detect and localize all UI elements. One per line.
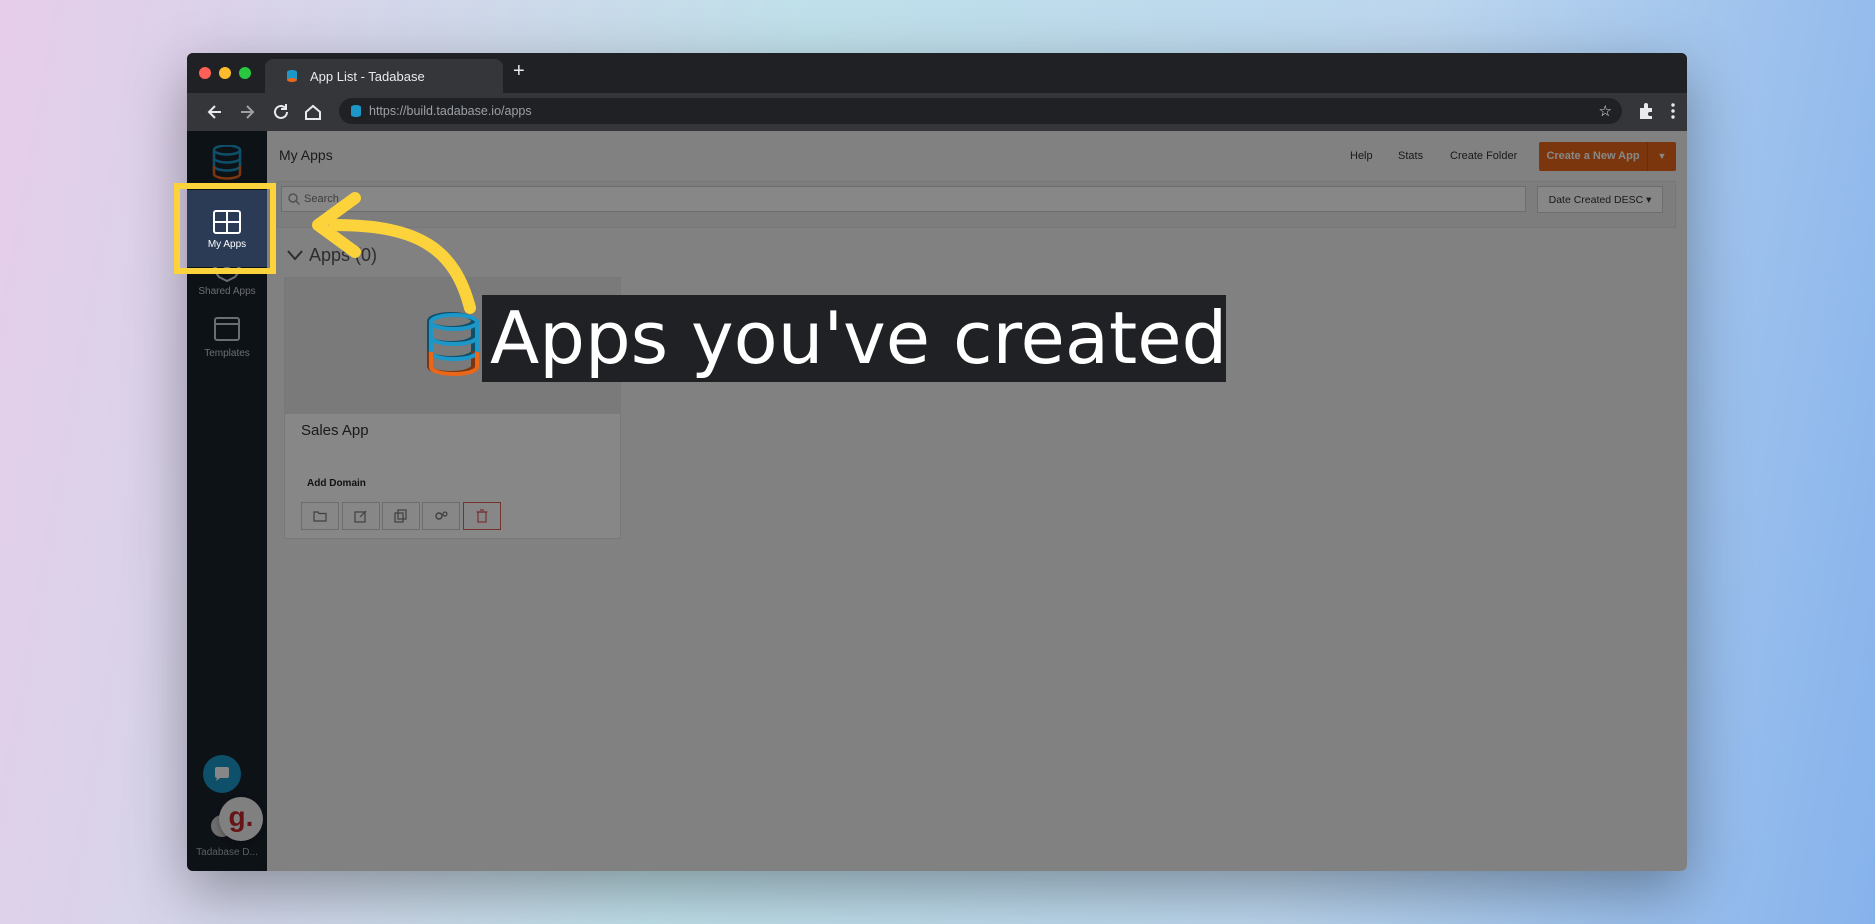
maximize-window-button[interactable] xyxy=(239,67,251,79)
tadabase-logo-icon xyxy=(429,313,479,377)
tab-bar: App List - Tadabase + xyxy=(187,53,1687,93)
browser-toolbar: https://build.tadabase.io/apps ☆ xyxy=(187,93,1687,131)
minimize-window-button[interactable] xyxy=(219,67,231,79)
site-favicon-icon xyxy=(351,105,361,117)
home-icon[interactable] xyxy=(302,101,324,123)
reload-icon[interactable] xyxy=(270,101,292,123)
tab-title: App List - Tadabase xyxy=(310,69,425,84)
address-bar[interactable]: https://build.tadabase.io/apps ☆ xyxy=(339,98,1622,124)
highlight-box xyxy=(174,183,276,274)
callout-text: Apps you've created xyxy=(490,296,1228,380)
close-window-button[interactable] xyxy=(199,67,211,79)
new-tab-button[interactable]: + xyxy=(513,61,525,81)
bookmark-star-icon[interactable]: ☆ xyxy=(1599,102,1612,120)
browser-window: App List - Tadabase + https://build.tada… xyxy=(187,53,1687,871)
more-menu-icon[interactable] xyxy=(1663,101,1683,121)
back-arrow-icon[interactable] xyxy=(204,101,226,123)
dim-overlay xyxy=(187,131,1687,871)
tadabase-favicon-icon xyxy=(287,70,297,82)
extensions-puzzle-icon[interactable] xyxy=(1636,101,1656,121)
url-text: https://build.tadabase.io/apps xyxy=(369,104,532,118)
forward-arrow-icon[interactable] xyxy=(236,101,258,123)
browser-tab[interactable]: App List - Tadabase xyxy=(265,59,503,93)
tutorial-callout: Apps you've created xyxy=(482,295,1228,382)
